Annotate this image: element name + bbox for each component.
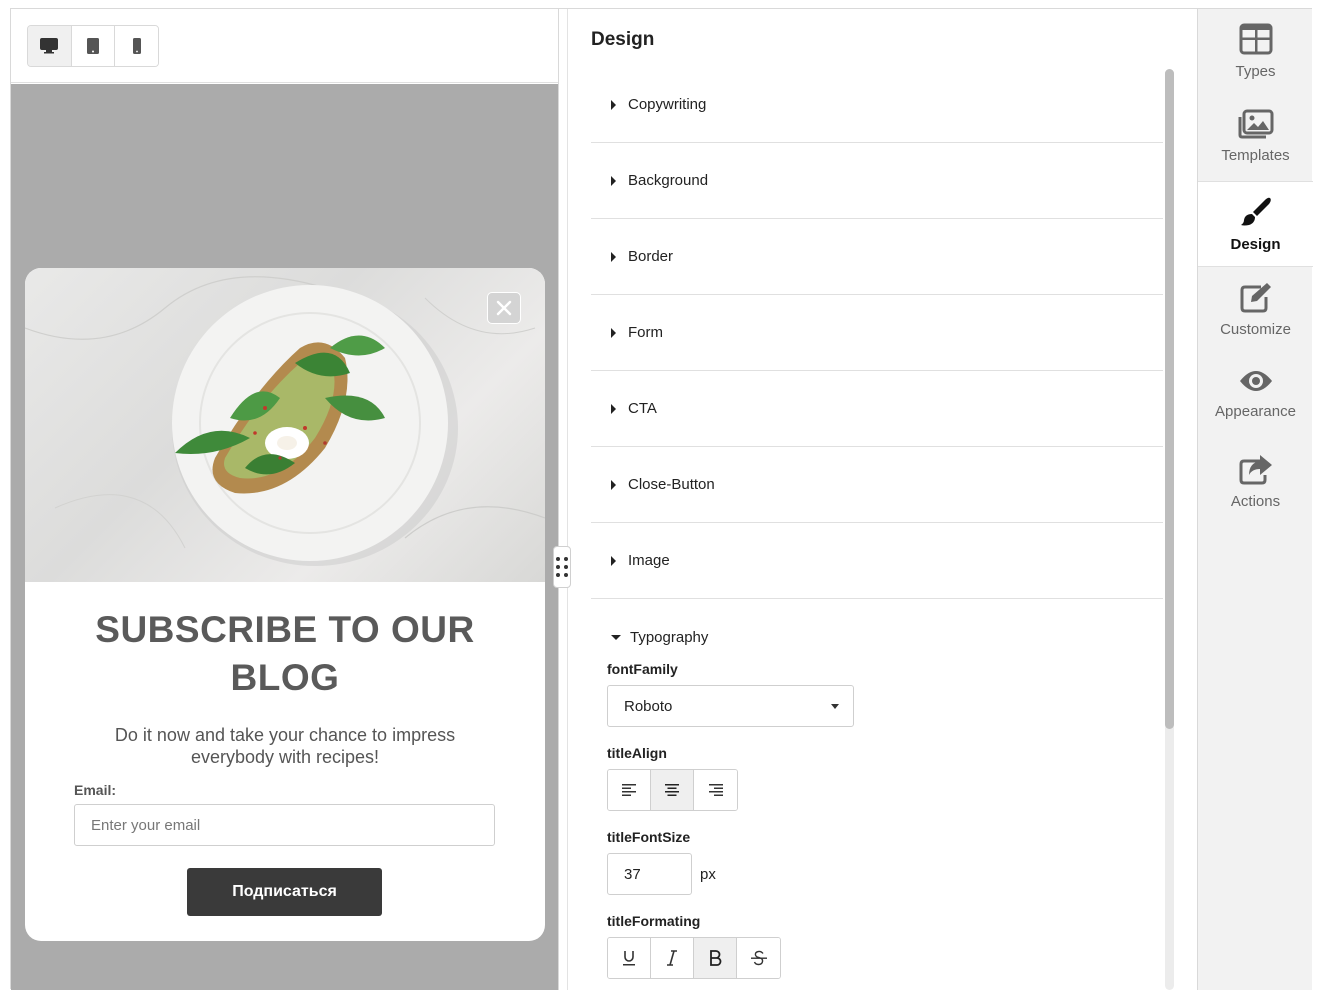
email-field[interactable]	[74, 804, 495, 846]
section-label: Copywriting	[628, 96, 707, 113]
app-window: SUBSCRIBE TO OUR BLOG Do it now and take…	[10, 8, 1313, 990]
nav-item-templates[interactable]: Templates	[1198, 95, 1313, 181]
close-icon	[496, 300, 512, 316]
section-label: Background	[628, 172, 709, 189]
popup-close-button[interactable]	[487, 292, 521, 324]
popup-image	[25, 268, 545, 582]
italic-button[interactable]	[651, 938, 694, 978]
section-label: Typography	[630, 628, 709, 646]
nav-label: Appearance	[1215, 403, 1296, 420]
preview-pane: SUBSCRIBE TO OUR BLOG Do it now and take…	[11, 9, 559, 990]
section-cta[interactable]: CTA	[591, 371, 1163, 447]
paint-brush-icon	[1240, 197, 1271, 226]
nav-item-customize[interactable]: Customize	[1198, 267, 1313, 353]
title-formatting-group	[607, 937, 781, 979]
font-family-value: Roboto	[624, 697, 673, 715]
section-form[interactable]: Form	[591, 295, 1163, 371]
title-font-size-input[interactable]	[607, 853, 692, 895]
section-background[interactable]: Background	[591, 143, 1163, 219]
nav-label: Types	[1235, 63, 1276, 80]
section-copywriting[interactable]: Copywriting	[591, 67, 1163, 143]
bold-button[interactable]	[694, 938, 737, 978]
section-label: Border	[628, 248, 674, 265]
device-toolbar	[11, 9, 558, 83]
popup-subtitle: Do it now and take your chance to impres…	[114, 725, 456, 767]
underline-button[interactable]	[608, 938, 651, 978]
title-font-size-label: titleFontSize	[607, 829, 691, 845]
title-formatting-label: titleFormating	[607, 913, 701, 929]
design-panel: Design Copywriting Background Border For…	[567, 9, 1197, 990]
align-right-button[interactable]	[694, 770, 737, 810]
mobile-device-button[interactable]	[115, 26, 158, 66]
device-switcher	[27, 25, 159, 67]
caret-right-icon	[611, 251, 616, 262]
desktop-device-button[interactable]	[28, 26, 72, 66]
grid-icon	[1239, 23, 1272, 55]
font-family-select[interactable]: Roboto	[607, 685, 854, 727]
nav-label: Actions	[1230, 493, 1281, 510]
nav-label: Design	[1230, 236, 1281, 253]
popup-title: SUBSCRIBE TO OUR BLOG	[95, 609, 475, 698]
section-label: Form	[628, 324, 663, 341]
eye-icon	[1239, 371, 1272, 391]
typography-fields: fontFamily Roboto titleAlign titleFontSi…	[591, 661, 1163, 979]
font-size-unit: px	[700, 865, 716, 883]
subscribe-button[interactable]: Подписаться	[187, 868, 382, 916]
desktop-icon	[40, 38, 59, 54]
caret-right-icon	[611, 479, 616, 490]
share-icon	[1239, 455, 1272, 485]
caret-right-icon	[611, 555, 616, 566]
email-label: Email:	[74, 782, 117, 798]
images-icon	[1238, 109, 1273, 139]
caret-right-icon	[611, 403, 616, 414]
section-label: Image	[628, 552, 670, 569]
chevron-down-icon	[831, 703, 839, 709]
align-right-icon	[708, 784, 723, 796]
caret-right-icon	[611, 99, 616, 110]
nav-item-types[interactable]: Types	[1198, 9, 1313, 95]
nav-label: Templates	[1221, 147, 1290, 164]
align-center-icon	[665, 784, 679, 796]
nav-item-appearance[interactable]: Appearance	[1198, 353, 1313, 439]
section-border[interactable]: Border	[591, 219, 1163, 295]
nav-item-actions[interactable]: Actions	[1198, 439, 1313, 525]
section-label: CTA	[628, 400, 657, 417]
edit-icon	[1240, 283, 1271, 313]
scrollbar-thumb[interactable]	[1165, 69, 1174, 729]
font-family-label: fontFamily	[607, 661, 678, 677]
strikethrough-button[interactable]	[737, 938, 780, 978]
nav-item-design[interactable]: Design	[1198, 181, 1313, 267]
align-center-button[interactable]	[651, 770, 694, 810]
caret-right-icon	[611, 327, 616, 338]
underline-icon	[623, 951, 635, 966]
bold-icon	[710, 950, 722, 966]
panel-title: Design	[591, 29, 655, 50]
section-close-button[interactable]: Close-Button	[591, 447, 1163, 523]
side-nav: Types Templates Design Customize Appeara…	[1197, 9, 1313, 990]
mobile-icon	[132, 38, 141, 54]
title-font-size-row: px	[607, 853, 1163, 895]
strikethrough-icon	[750, 950, 767, 966]
design-sections: Copywriting Background Border Form CTA C…	[591, 67, 1163, 990]
align-left-button[interactable]	[608, 770, 651, 810]
caret-down-icon	[611, 634, 621, 640]
align-left-icon	[622, 784, 636, 796]
tablet-icon	[87, 38, 99, 54]
tablet-device-button[interactable]	[71, 26, 116, 66]
title-align-group	[607, 769, 738, 811]
popup-preview: SUBSCRIBE TO OUR BLOG Do it now and take…	[25, 268, 545, 941]
food-plate-image	[25, 276, 545, 566]
resize-drag-handle[interactable]	[553, 546, 571, 588]
section-image[interactable]: Image	[591, 523, 1163, 599]
preview-canvas: SUBSCRIBE TO OUR BLOG Do it now and take…	[11, 84, 558, 990]
caret-right-icon	[611, 175, 616, 186]
panel-scrollbar[interactable]	[1165, 69, 1174, 990]
italic-icon	[667, 950, 677, 966]
section-label: Close-Button	[628, 476, 715, 493]
title-align-label: titleAlign	[607, 745, 667, 761]
nav-label: Customize	[1220, 321, 1291, 338]
